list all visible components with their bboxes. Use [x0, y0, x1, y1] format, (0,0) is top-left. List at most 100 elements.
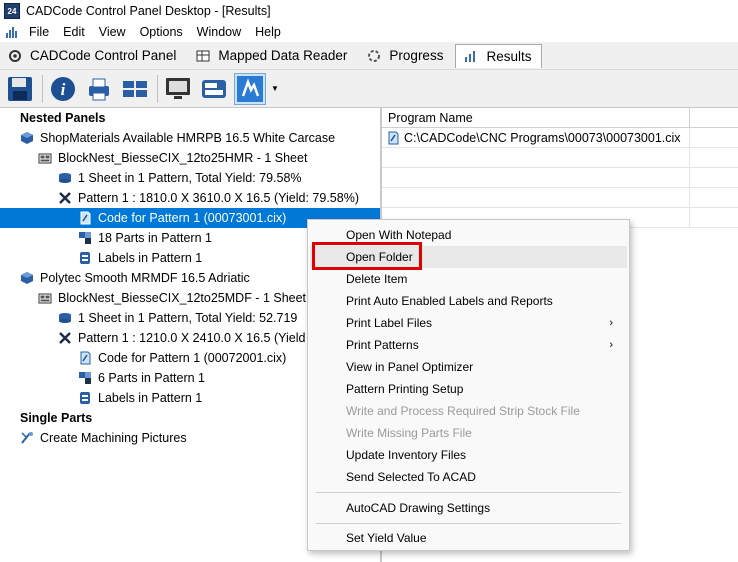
- tree-item-labels-2[interactable]: Labels in Pattern 1: [78, 388, 202, 408]
- title-bar: 24 CADCode Control Panel Desktop - [Resu…: [0, 0, 738, 22]
- tree-section-single-parts[interactable]: Single Parts: [20, 408, 92, 428]
- cad-button[interactable]: [234, 72, 266, 105]
- parts-icon: [78, 231, 92, 245]
- menu-print-patterns[interactable]: Print Patterns ›: [310, 334, 627, 356]
- tree-item-sheet[interactable]: 1 Sheet in 1 Pattern, Total Yield: 79.58…: [58, 168, 302, 188]
- table-row[interactable]: C:\CADCode\CNC Programs\00073\00073001.c…: [382, 128, 738, 148]
- code-file-icon: [78, 351, 92, 365]
- tab-label: Results: [486, 48, 532, 64]
- tree-item-pattern[interactable]: Pattern 1 : 1810.0 X 3610.0 X 16.5 (Yiel…: [58, 188, 359, 208]
- parts-icon: [78, 371, 92, 385]
- spinner-icon: [367, 49, 381, 63]
- machining-icon: [20, 431, 34, 445]
- menu-separator: [316, 492, 621, 493]
- app-icon[interactable]: 24: [4, 3, 20, 19]
- tree-item-blocknest-2[interactable]: BlockNest_BiesseCIX_12to25MDF - 1 Sheet: [38, 288, 306, 308]
- monitor-icon: [166, 77, 190, 99]
- code-file-icon: [386, 131, 400, 145]
- menu-edit[interactable]: Edit: [56, 22, 92, 42]
- chevron-down-icon[interactable]: ▼: [270, 73, 280, 105]
- menu-write-strip-stock: Write and Process Required Strip Stock F…: [346, 404, 580, 418]
- tree-item-labels[interactable]: Labels in Pattern 1: [78, 248, 202, 268]
- menu-window[interactable]: Window: [190, 22, 248, 42]
- save-button[interactable]: [4, 73, 36, 105]
- tree-item-material[interactable]: ShopMaterials Available HMRPB 16.5 White…: [20, 128, 335, 148]
- label-icon: [78, 391, 92, 405]
- tree-item-pattern-2[interactable]: Pattern 1 : 1210.0 X 2410.0 X 16.5 (Yiel…: [58, 328, 305, 348]
- window-title: CADCode Control Panel Desktop - [Results…: [26, 4, 271, 18]
- table-row: [382, 168, 738, 188]
- cad-icon: [237, 75, 263, 102]
- info-button[interactable]: i: [47, 73, 79, 105]
- menu-write-missing-parts: Write Missing Parts File: [346, 426, 472, 440]
- tree-item-machining-pictures[interactable]: Create Machining Pictures: [20, 428, 187, 448]
- menu-autocad-settings[interactable]: AutoCAD Drawing Settings: [310, 497, 627, 519]
- labels-icon: [202, 79, 226, 98]
- label-icon: [78, 251, 92, 265]
- info-icon: i: [51, 76, 75, 101]
- menu-help[interactable]: Help: [248, 22, 288, 42]
- table-row: [382, 188, 738, 208]
- tree-section-nested-panels[interactable]: Nested Panels: [20, 108, 105, 128]
- panels-icon: [123, 80, 147, 97]
- pattern-x-icon: [58, 191, 72, 205]
- menu-view-panel-optimizer[interactable]: View in Panel Optimizer: [310, 356, 627, 378]
- tab-progress[interactable]: Progress: [359, 44, 453, 68]
- cube-icon: [20, 271, 34, 285]
- grid-header: Program Name: [382, 108, 738, 128]
- menu-set-yield-value[interactable]: Set Yield Value: [310, 527, 627, 549]
- gear-icon: [8, 49, 22, 63]
- menu-print-auto-labels[interactable]: Print Auto Enabled Labels and Reports: [310, 290, 627, 312]
- tab-label: CADCode Control Panel: [30, 48, 177, 63]
- svg-text:i: i: [61, 80, 66, 99]
- mdi-chart-icon[interactable]: [6, 26, 22, 38]
- monitor-button[interactable]: [162, 73, 194, 105]
- tab-results[interactable]: Results: [455, 43, 543, 68]
- menu-separator: [316, 523, 621, 524]
- menu-update-inventory[interactable]: Update Inventory Files: [310, 444, 627, 466]
- print-icon: [89, 78, 109, 100]
- panels-button[interactable]: [119, 73, 151, 105]
- tree-item-material-2[interactable]: Polytec Smooth MRMDF 16.5 Adriatic: [20, 268, 250, 288]
- column-header-program-name[interactable]: Program Name: [382, 108, 690, 128]
- tree-item-code-2[interactable]: Code for Pattern 1 (00072001.cix): [78, 348, 286, 368]
- pattern-x-icon: [58, 331, 72, 345]
- submenu-arrow-icon: ›: [609, 339, 613, 351]
- tree-item-parts-2[interactable]: 6 Parts in Pattern 1: [78, 368, 205, 388]
- menu-pattern-printing-setup[interactable]: Pattern Printing Setup: [310, 378, 627, 400]
- cube-icon: [20, 131, 34, 145]
- code-file-icon: [78, 211, 92, 225]
- menu-send-to-acad[interactable]: Send Selected To ACAD: [310, 466, 627, 488]
- menu-file[interactable]: File: [22, 22, 56, 42]
- table-row: [382, 148, 738, 168]
- document-tabs: CADCode Control Panel Mapped Data Reader…: [0, 42, 738, 70]
- chart-icon: [464, 49, 478, 63]
- save-icon: [8, 76, 32, 101]
- tab-label: Mapped Data Reader: [218, 48, 348, 63]
- nest-icon: [38, 151, 52, 165]
- tab-cadcode-control-panel[interactable]: CADCode Control Panel: [0, 44, 186, 68]
- tree-item-blocknest[interactable]: BlockNest_BiesseCIX_12to25HMR - 1 Sheet: [38, 148, 307, 168]
- program-path: C:\CADCode\CNC Programs\00073\00073001.c…: [404, 131, 681, 145]
- tab-mapped-data-reader[interactable]: Mapped Data Reader: [188, 44, 357, 68]
- menu-options[interactable]: Options: [133, 22, 190, 42]
- highlight-box: [312, 242, 422, 270]
- menu-print-label-files[interactable]: Print Label Files ›: [310, 312, 627, 334]
- tree-item-parts[interactable]: 18 Parts in Pattern 1: [78, 228, 212, 248]
- menu-view[interactable]: View: [92, 22, 133, 42]
- toolbar-separator: [42, 74, 43, 103]
- tree-item-sheet-2[interactable]: 1 Sheet in 1 Pattern, Total Yield: 52.71…: [58, 308, 297, 328]
- toolbar: i ▼: [0, 70, 738, 108]
- nest-icon: [38, 291, 52, 305]
- menu-delete-item[interactable]: Delete Item: [310, 268, 627, 290]
- tab-label: Progress: [389, 48, 444, 63]
- sheet-stack-icon: [58, 311, 72, 325]
- context-menu: Open With Notepad Open Folder Delete Ite…: [307, 219, 630, 551]
- menu-bar: File Edit View Options Window Help: [0, 22, 738, 42]
- table-icon: [196, 49, 210, 63]
- submenu-arrow-icon: ›: [609, 317, 613, 329]
- print-button[interactable]: [83, 73, 115, 105]
- labels-button[interactable]: [198, 73, 230, 105]
- toolbar-separator: [157, 74, 158, 103]
- sheet-stack-icon: [58, 171, 72, 185]
